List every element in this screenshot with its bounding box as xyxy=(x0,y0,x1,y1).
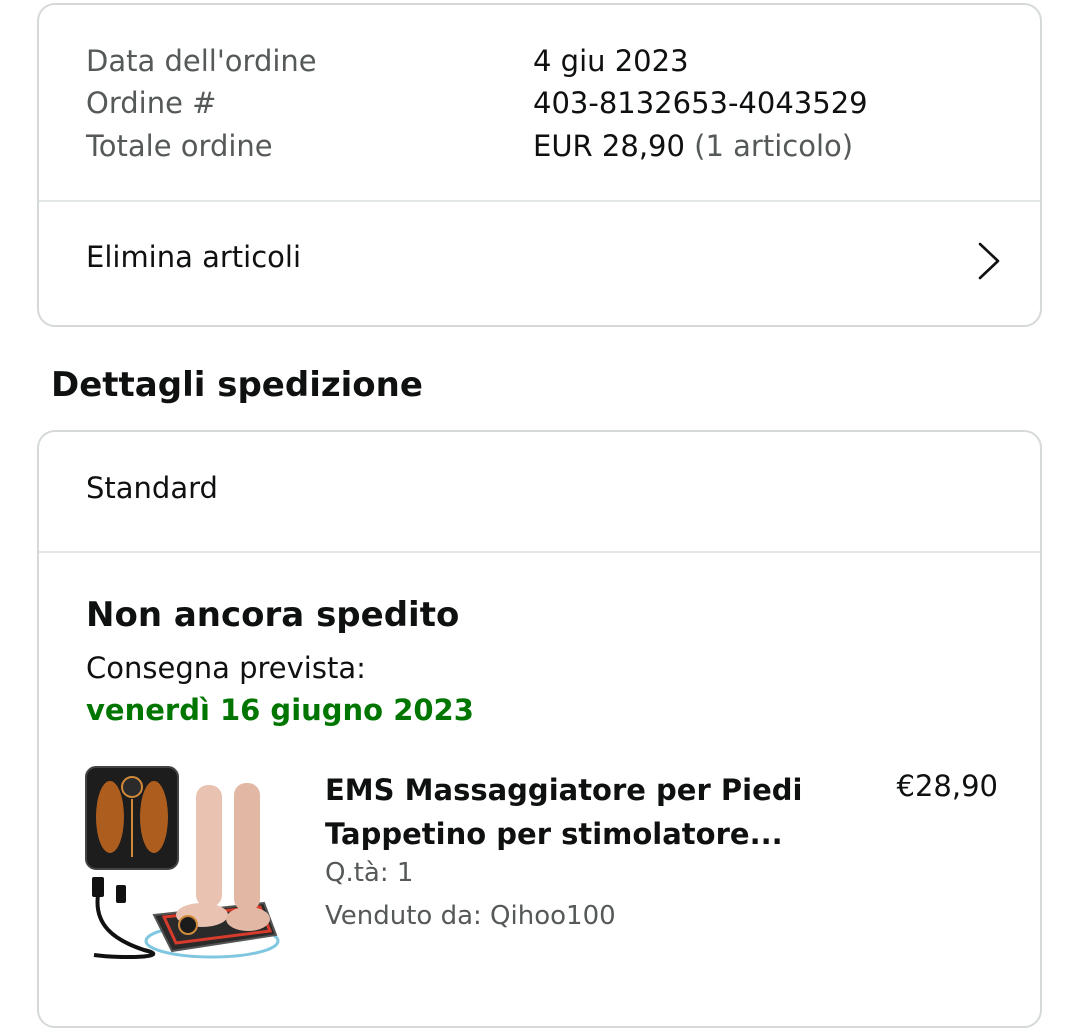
shipment-status: Non ancora spedito xyxy=(86,595,460,635)
product-title-line-2: Tappetino per stimolatore... xyxy=(325,817,783,851)
order-total-label: Totale ordine xyxy=(86,129,273,163)
shipping-method: Standard xyxy=(86,471,218,505)
order-number-label: Ordine # xyxy=(86,86,217,120)
product-title-link[interactable]: EMS Massaggiatore per Piedi Tappetino pe… xyxy=(325,768,825,856)
product-title-line-1: EMS Massaggiatore per Piedi xyxy=(325,773,803,807)
order-total-items-count: (1 articolo) xyxy=(694,129,854,163)
order-date-value: 4 giu 2023 xyxy=(533,44,689,78)
chevron-right-icon xyxy=(978,242,1000,280)
shipping-details-title: Dettagli spedizione xyxy=(51,365,423,405)
delivery-estimate-date: venerdì 16 giugno 2023 xyxy=(86,693,474,727)
order-total-amount: EUR 28,90 xyxy=(533,129,685,163)
delivery-estimate-label: Consegna prevista: xyxy=(86,651,366,685)
summary-divider xyxy=(39,200,1040,202)
remove-items-row[interactable]: Elimina articoli xyxy=(39,203,1040,327)
shipping-card: Standard Non ancora spedito Consegna pre… xyxy=(37,430,1042,1028)
order-number-row: Ordine # 403-8132653-4043529 xyxy=(86,85,868,121)
order-total-row: Totale ordine EUR 28,90 (1 articolo) xyxy=(86,128,853,164)
order-number-value: 403-8132653-4043529 xyxy=(533,86,868,120)
order-summary-card: Data dell'ordine 4 giu 2023 Ordine # 403… xyxy=(37,3,1042,327)
order-total-value: EUR 28,90 (1 articolo) xyxy=(533,128,853,164)
remove-items-label: Elimina articoli xyxy=(86,240,302,274)
shipping-divider xyxy=(39,551,1040,553)
product-quantity: Q.tà: 1 xyxy=(325,858,414,888)
product-seller: Venduto da: Qihoo100 xyxy=(325,901,616,931)
order-date-label: Data dell'ordine xyxy=(86,44,317,78)
order-date-row: Data dell'ordine 4 giu 2023 xyxy=(86,43,689,79)
product-price: €28,90 xyxy=(896,769,998,803)
product-image[interactable] xyxy=(84,765,280,959)
